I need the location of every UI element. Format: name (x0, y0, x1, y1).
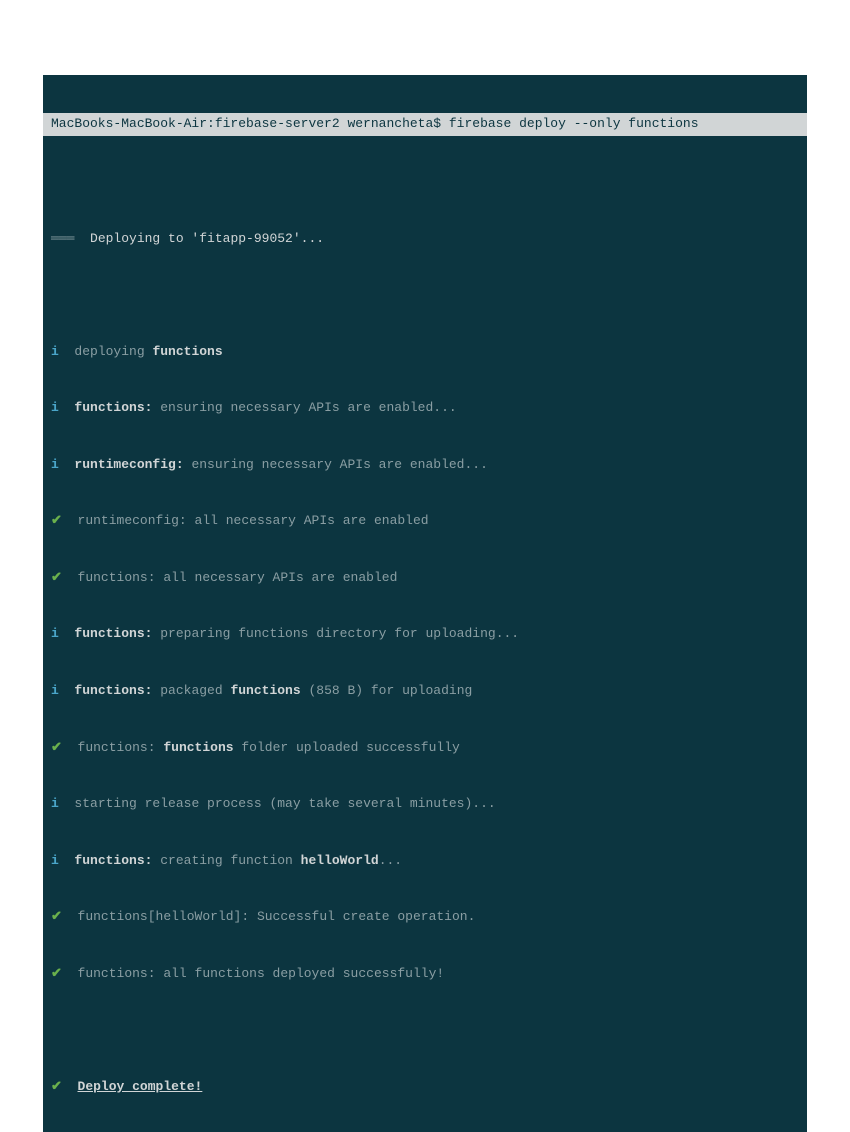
prompt-path: firebase-server2 (215, 116, 340, 131)
progress-icon: ═══ (51, 231, 74, 246)
deploy-complete-text: Deploy complete! (78, 1079, 203, 1094)
log-line: i deploying functions (51, 343, 799, 362)
log-bold: helloWorld (301, 853, 379, 868)
log-text2: (858 B) for uploading (301, 683, 473, 698)
log-text: packaged (152, 683, 230, 698)
prompt-line: MacBooks-MacBook-Air:firebase-server2 we… (43, 113, 807, 136)
check-icon: ✔ (51, 1079, 62, 1094)
log-text: starting release process (may take sever… (74, 796, 495, 811)
log-label: functions: (74, 853, 152, 868)
log-text: functions: (78, 740, 164, 755)
log-text: runtimeconfig: all necessary APIs are en… (78, 513, 429, 528)
log-line: i functions: preparing functions directo… (51, 625, 799, 644)
log-text: ensuring necessary APIs are enabled... (152, 400, 456, 415)
prompt-command: firebase deploy --only functions (449, 116, 699, 131)
log-text: deploying (74, 344, 152, 359)
check-icon: ✔ (51, 570, 62, 585)
blank-line (51, 286, 799, 305)
log-text: ensuring necessary APIs are enabled... (184, 457, 488, 472)
log-line: ✔ functions: all functions deployed succ… (51, 965, 799, 984)
info-icon: i (51, 683, 59, 698)
info-icon: i (51, 400, 59, 415)
log-text: functions: all functions deployed succes… (78, 966, 445, 981)
info-icon: i (51, 344, 59, 359)
log-label: functions: (74, 400, 152, 415)
terminal-window: MacBooks-MacBook-Air:firebase-server2 we… (43, 75, 807, 1132)
blank-line (51, 1021, 799, 1040)
deploying-to-line: ═══ Deploying to 'fitapp-99052'... (51, 230, 799, 249)
log-label: functions: (74, 683, 152, 698)
log-bold: functions (152, 344, 222, 359)
info-icon: i (51, 853, 59, 868)
log-text2: ... (379, 853, 402, 868)
log-text: functions[helloWorld]: Successful create… (78, 909, 476, 924)
info-icon: i (51, 796, 59, 811)
log-line: ✔ functions[helloWorld]: Successful crea… (51, 908, 799, 927)
log-bold: functions (163, 740, 233, 755)
log-line: ✔ functions: functions folder uploaded s… (51, 739, 799, 758)
log-label: runtimeconfig: (74, 457, 183, 472)
prompt-host: MacBooks-MacBook-Air: (51, 116, 215, 131)
log-line: i starting release process (may take sev… (51, 795, 799, 814)
log-line: ✔ functions: all necessary APIs are enab… (51, 569, 799, 588)
check-icon: ✔ (51, 966, 62, 981)
log-bold: functions (230, 683, 300, 698)
log-line: i functions: creating function helloWorl… (51, 852, 799, 871)
log-text: functions: all necessary APIs are enable… (78, 570, 398, 585)
log-line: i runtimeconfig: ensuring necessary APIs… (51, 456, 799, 475)
log-label: functions: (74, 626, 152, 641)
blank-line (51, 173, 799, 192)
log-text2: folder uploaded successfully (234, 740, 460, 755)
log-line: i functions: packaged functions (858 B) … (51, 682, 799, 701)
log-text: creating function (152, 853, 300, 868)
deploy-complete-line: ✔ Deploy complete! (51, 1078, 799, 1097)
log-text: preparing functions directory for upload… (152, 626, 519, 641)
check-icon: ✔ (51, 513, 62, 528)
deploying-to-text: Deploying to 'fitapp-99052'... (90, 231, 324, 246)
log-line: ✔ runtimeconfig: all necessary APIs are … (51, 512, 799, 531)
info-icon: i (51, 626, 59, 641)
prompt-user: wernancheta$ (340, 116, 449, 131)
info-icon: i (51, 457, 59, 472)
log-line: i functions: ensuring necessary APIs are… (51, 399, 799, 418)
check-icon: ✔ (51, 909, 62, 924)
check-icon: ✔ (51, 740, 62, 755)
